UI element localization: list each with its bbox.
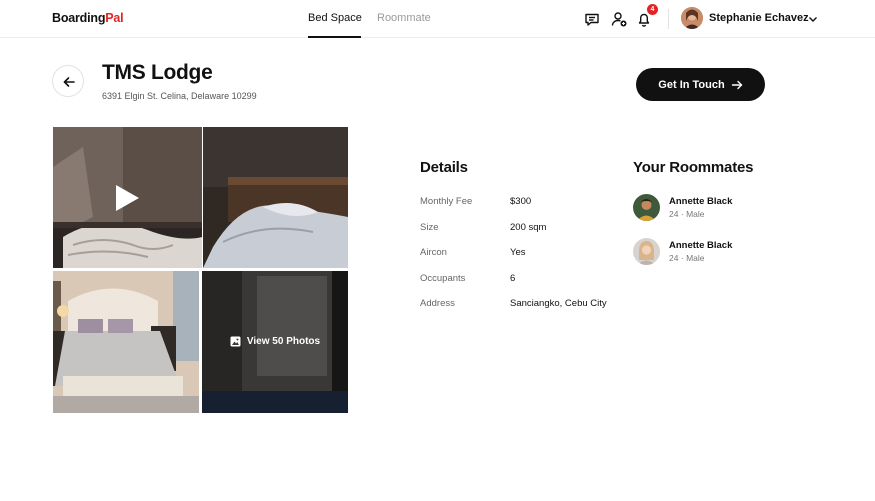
- meta-separator: ·: [680, 209, 684, 219]
- view-photos-label: View 50 Photos: [246, 336, 321, 347]
- detail-value-monthly-fee: $300: [510, 196, 532, 207]
- photo-bed-dark[interactable]: [203, 127, 348, 268]
- details-heading: Details: [420, 159, 468, 176]
- detail-label-size: Size: [420, 222, 439, 233]
- brand-name-part1: Boarding: [52, 11, 106, 25]
- roommates-heading: Your Roommates: [633, 159, 754, 176]
- meta-separator: ·: [680, 253, 684, 263]
- roommate-meta: 24 · Male: [669, 209, 705, 219]
- roommate-name[interactable]: Annette Black: [669, 240, 732, 251]
- roommate-avatar[interactable]: [633, 194, 660, 221]
- top-navigation-bar: BoardingPal Bed Space Roommate 4 Stephan…: [0, 0, 875, 38]
- brand-name-part2: Pal: [105, 11, 124, 25]
- view-all-photos-tile[interactable]: View 50 Photos: [202, 271, 348, 413]
- detail-label-address: Address: [420, 298, 455, 309]
- roommate-meta: 24 · Male: [669, 253, 705, 263]
- roommate-avatar[interactable]: [633, 238, 660, 265]
- add-user-icon[interactable]: [610, 10, 628, 28]
- brand-logo[interactable]: BoardingPal: [52, 11, 124, 25]
- view-photos-button[interactable]: View 50 Photos: [202, 336, 348, 347]
- roommate-name[interactable]: Annette Black: [669, 196, 732, 207]
- tab-roommate[interactable]: Roommate: [377, 12, 431, 24]
- detail-value-aircon: Yes: [510, 247, 526, 258]
- detail-label-monthly-fee: Monthly Fee: [420, 196, 473, 207]
- tab-bed-space[interactable]: Bed Space: [308, 12, 362, 24]
- detail-label-occupants: Occupants: [420, 273, 466, 284]
- roommate-gender: Male: [686, 209, 705, 219]
- play-icon[interactable]: [114, 184, 140, 212]
- detail-label-aircon: Aircon: [420, 247, 447, 258]
- notification-badge: 4: [647, 4, 658, 15]
- video-thumbnail[interactable]: [53, 127, 202, 268]
- get-in-touch-label: Get In Touch: [658, 78, 725, 91]
- roommate-age: 24: [669, 253, 679, 263]
- roommate-age: 24: [669, 209, 679, 219]
- detail-value-occupants: 6: [510, 273, 516, 284]
- arrow-left-icon: [63, 77, 75, 87]
- chevron-down-icon[interactable]: [807, 12, 819, 24]
- listing-address: 6391 Elgin St. Celina, Delaware 10299: [102, 91, 257, 101]
- roommate-gender: Male: [686, 253, 705, 263]
- divider: [668, 9, 669, 29]
- photo-bedroom-bright[interactable]: [53, 271, 199, 413]
- get-in-touch-button[interactable]: Get In Touch: [636, 68, 765, 101]
- chat-icon[interactable]: [583, 10, 601, 28]
- detail-value-size: 200 sqm: [510, 222, 547, 233]
- detail-value-address: Sanciangko, Cebu City: [510, 298, 607, 309]
- page-title: TMS Lodge: [102, 61, 213, 84]
- user-avatar[interactable]: [681, 7, 703, 29]
- arrow-right-icon: [731, 80, 742, 89]
- active-tab-indicator: [308, 36, 361, 38]
- user-name[interactable]: Stephanie Echavez: [709, 12, 809, 24]
- image-icon: [230, 336, 241, 347]
- back-button[interactable]: [52, 65, 84, 97]
